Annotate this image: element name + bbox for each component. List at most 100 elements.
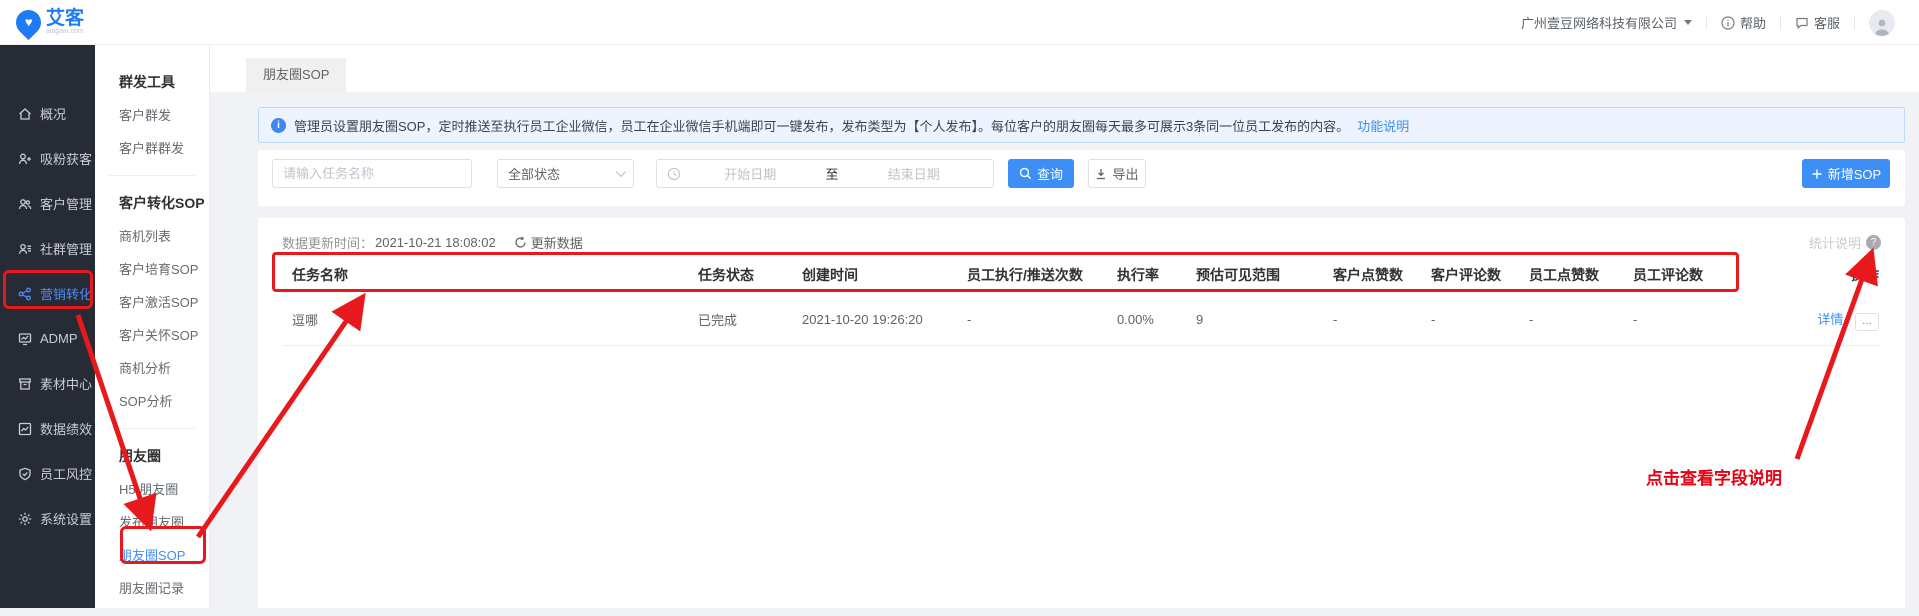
divider	[1706, 16, 1707, 30]
company-name: 广州壹豆网络科技有限公司	[1521, 13, 1677, 32]
submenu-item-h5-moments[interactable]: H5 朋友圈	[95, 473, 209, 506]
col-header-customer-comments: 客户评论数	[1421, 265, 1519, 285]
export-button[interactable]: 导出	[1088, 159, 1146, 188]
add-sop-button[interactable]: 新增SOP	[1802, 159, 1890, 188]
company-switcher[interactable]: 广州壹豆网络科技有限公司	[1521, 13, 1692, 32]
submenu-item-opportunity-analysis[interactable]: 商机分析	[95, 352, 209, 385]
date-range-to-label: 至	[820, 164, 845, 183]
table-meta-row: 数据更新时间： 2021-10-21 18:08:02 更新数据 统计说明 ?	[282, 233, 1881, 251]
sidebar-item-system-settings[interactable]: 系统设置	[0, 496, 95, 541]
refresh-data-button[interactable]: 更新数据	[514, 233, 583, 252]
app-name: 艾客	[46, 9, 84, 28]
submenu-item-moments-records[interactable]: 朋友圈记录	[95, 572, 209, 605]
secondary-sidebar: 群发工具 客户群发 客户群群发 客户转化SOP 商机列表 客户培育SOP 客户激…	[95, 45, 210, 608]
submenu-item-nurture-sop[interactable]: 客户培育SOP	[95, 253, 209, 286]
sidebar-item-staff-risk-control[interactable]: 员工风控	[0, 451, 95, 496]
divider	[1780, 16, 1781, 30]
help-button[interactable]: 帮助	[1721, 13, 1766, 32]
sidebar-item-material-center[interactable]: 素材中心	[0, 361, 95, 406]
chevron-down-icon	[1684, 20, 1692, 25]
search-button[interactable]: 查询	[1008, 159, 1074, 188]
divider	[109, 428, 195, 429]
stats-help-button[interactable]: 统计说明 ?	[1809, 233, 1881, 252]
submenu-item-care-sop[interactable]: 客户关怀SOP	[95, 319, 209, 352]
detail-link[interactable]: 详情	[1817, 312, 1843, 327]
plus-icon	[1811, 168, 1823, 180]
cell-customer-likes: -	[1323, 312, 1421, 327]
shield-check-icon	[17, 466, 33, 482]
date-range-picker[interactable]: 开始日期 至 结束日期	[656, 159, 994, 188]
sidebar-item-marketing-conversion[interactable]: 营销转化	[0, 271, 95, 316]
table-header-row: 任务名称 任务状态 创建时间 员工执行/推送次数 执行率 预估可见范围 客户点赞…	[282, 256, 1881, 294]
customer-service-button[interactable]: 客服	[1795, 13, 1840, 32]
col-header-push-count: 员工执行/推送次数	[957, 265, 1107, 285]
submenu-item-moments-sop[interactable]: 朋友圈SOP	[95, 539, 209, 572]
submenu-item-customer-mass-send[interactable]: 客户群发	[95, 99, 209, 132]
cell-estimated-reach: 9	[1186, 312, 1323, 327]
start-date-placeholder: 开始日期	[681, 164, 820, 183]
col-header-task-status: 任务状态	[688, 265, 792, 285]
sidebar-item-data-performance[interactable]: 数据绩效	[0, 406, 95, 451]
cell-created-time: 2021-10-20 19:26:20	[792, 312, 957, 327]
submenu-item-publish-moments[interactable]: 发布朋友圈	[95, 506, 209, 539]
users-icon	[17, 196, 33, 212]
col-header-task-name: 任务名称	[282, 265, 688, 285]
archive-box-icon	[17, 376, 33, 392]
status-select[interactable]: 全部状态	[497, 159, 634, 188]
tab-moments-sop[interactable]: 朋友圈SOP	[246, 58, 346, 92]
sidebar-item-community-management[interactable]: 社群管理	[0, 226, 95, 271]
share-nodes-icon	[17, 286, 33, 302]
chat-bubble-icon	[1795, 16, 1809, 30]
col-header-estimated-reach: 预估可见范围	[1186, 265, 1323, 285]
primary-sidebar: 概况 吸粉获客 客户管理 社群管理 营销转化 ADMP 素材中心 数据绩效	[0, 45, 95, 608]
user-avatar[interactable]	[1869, 10, 1895, 36]
sidebar-item-customer-management[interactable]: 客户管理	[0, 181, 95, 226]
logo-pin-icon: ♥	[11, 4, 46, 39]
sop-table-panel: 数据更新时间： 2021-10-21 18:08:02 更新数据 统计说明 ? …	[258, 218, 1905, 608]
user-plus-icon	[17, 151, 33, 167]
question-mark-icon: ?	[1866, 235, 1881, 250]
top-header: ♥ 艾客 aiagain.com 广州壹豆网络科技有限公司 帮助 客服	[0, 0, 1919, 45]
submenu-item-sop-analysis[interactable]: SOP分析	[95, 385, 209, 418]
col-header-created-time: 创建时间	[792, 265, 957, 285]
submenu-item-activation-sop[interactable]: 客户激活SOP	[95, 286, 209, 319]
col-header-execution-rate: 执行率	[1107, 265, 1186, 285]
task-name-input[interactable]	[272, 159, 472, 188]
cell-staff-comments: -	[1623, 312, 1727, 327]
help-label: 帮助	[1740, 13, 1766, 32]
cell-task-name: 逗哪	[282, 310, 688, 329]
cell-staff-likes: -	[1519, 312, 1623, 327]
cell-task-status: 已完成	[688, 310, 792, 329]
sidebar-item-overview[interactable]: 概况	[0, 91, 95, 136]
chevron-down-icon	[616, 167, 626, 177]
submenu-group-moments: 朋友圈	[95, 439, 209, 473]
cell-execution-rate: 0.00%	[1107, 312, 1186, 327]
app-logo[interactable]: ♥ 艾客 aiagain.com	[16, 9, 84, 36]
sidebar-item-admp[interactable]: ADMP	[0, 316, 95, 361]
submenu-item-opportunity-list[interactable]: 商机列表	[95, 220, 209, 253]
tab-bar: 朋友圈SOP	[210, 45, 1919, 92]
col-header-staff-comments: 员工评论数	[1623, 265, 1727, 285]
divider	[109, 175, 195, 176]
cell-push-count: -	[957, 312, 1107, 327]
customer-service-label: 客服	[1814, 13, 1840, 32]
status-select-value: 全部状态	[508, 164, 560, 183]
col-header-staff-likes: 员工点赞数	[1519, 265, 1623, 285]
more-actions-button[interactable]: ...	[1855, 313, 1879, 331]
refresh-icon	[514, 236, 527, 249]
info-circle-icon	[1721, 16, 1735, 30]
update-time-label: 数据更新时间：	[282, 233, 373, 252]
home-icon	[17, 106, 33, 122]
update-time-value: 2021-10-21 18:08:02	[375, 235, 496, 250]
feature-help-link[interactable]: 功能说明	[1357, 116, 1409, 135]
info-banner: i 管理员设置朋友圈SOP，定时推送至执行员工企业微信，员工在企业微信手机端即可…	[258, 107, 1905, 143]
line-chart-icon	[17, 421, 33, 437]
person-icon	[1872, 16, 1892, 36]
filter-panel: 全部状态 开始日期 至 结束日期 查询 导出 新增SOP	[258, 150, 1905, 206]
stats-label: 统计说明	[1809, 233, 1861, 252]
submenu-item-group-mass-send[interactable]: 客户群群发	[95, 132, 209, 165]
download-icon	[1095, 168, 1107, 180]
app-domain: aiagain.com	[46, 28, 84, 36]
sidebar-item-acquisition[interactable]: 吸粉获客	[0, 136, 95, 181]
divider	[1854, 16, 1855, 30]
